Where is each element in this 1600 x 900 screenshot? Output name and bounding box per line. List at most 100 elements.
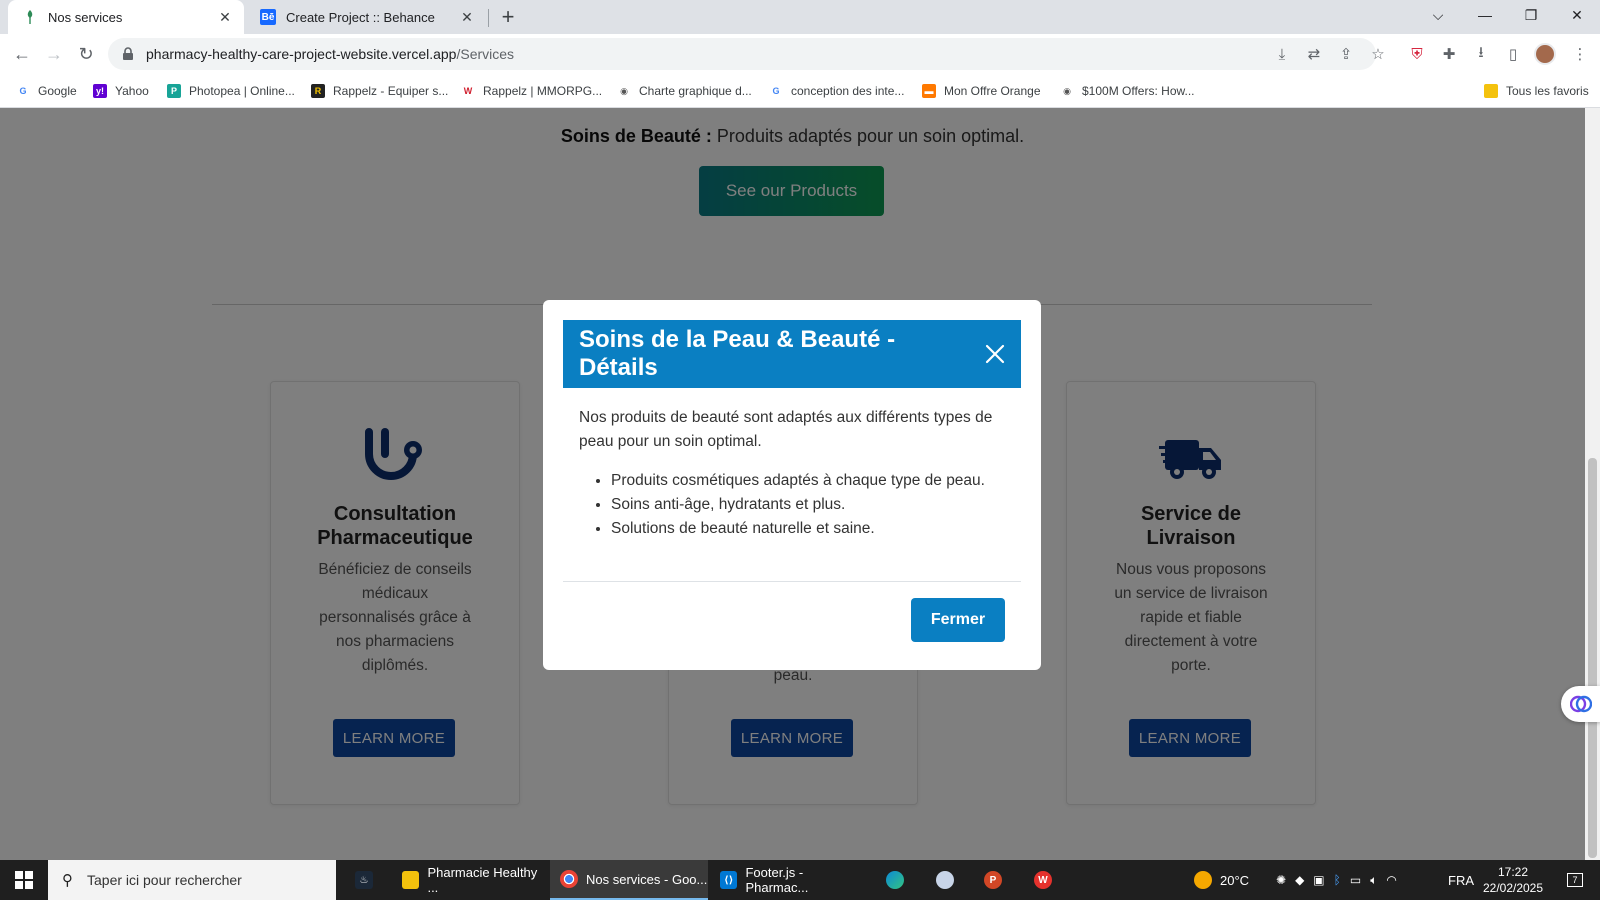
browser-toolbar: ← → ↻ pharmacy-healthy-care-project-webs…	[0, 34, 1600, 74]
tab-title: Nos services	[48, 9, 123, 25]
bookmark-rappelz-equiper[interactable]: R Rappelz - Equiper s...	[311, 82, 448, 100]
language-indicator[interactable]: FRA	[1448, 860, 1474, 900]
reload-icon[interactable]: ↻	[72, 40, 100, 68]
bookmark-photopea[interactable]: P Photopea | Online...	[167, 82, 295, 100]
bookmark-yahoo[interactable]: y! Yahoo	[93, 82, 149, 100]
list-item: Solutions de beauté naturelle et saine.	[611, 517, 1009, 541]
extension-shield-icon[interactable]: ⛨	[1405, 42, 1429, 66]
temperature: 20°C	[1220, 872, 1250, 888]
taskbar-app-chrome[interactable]: Nos services - Goo...	[550, 860, 708, 900]
tab-separator	[488, 9, 489, 27]
search-icon: ⚲	[62, 872, 73, 889]
yahoo-icon: y!	[93, 84, 107, 98]
meet-icon[interactable]: ▣	[1313, 873, 1324, 887]
color-picker-icon[interactable]: ✺	[1276, 873, 1286, 887]
assistant-widget-icon[interactable]	[1561, 686, 1600, 722]
tab-behance[interactable]: Bē Create Project :: Behance ✕	[246, 0, 486, 34]
all-bookmarks[interactable]: Tous les favoris	[1484, 82, 1589, 100]
install-app-icon[interactable]: ⤓	[1270, 42, 1294, 66]
bookmark-conception[interactable]: G conception des inte...	[769, 82, 904, 100]
bookmark-rappelz-mmorpg[interactable]: W Rappelz | MMORPG...	[461, 82, 602, 100]
bookmark-label: Google	[38, 84, 77, 98]
restore-icon[interactable]: ❐	[1508, 0, 1554, 30]
menu-kebab-icon[interactable]: ⋮	[1568, 42, 1592, 66]
tab-nos-services[interactable]: Nos services ✕	[8, 0, 244, 34]
taskbar-app-explorer[interactable]: Pharmacie Healthy ...	[392, 860, 548, 900]
bookmark-charte-graphique[interactable]: ◉ Charte graphique d...	[617, 82, 752, 100]
back-icon[interactable]: ←	[8, 40, 36, 68]
taskbar-app-vscode[interactable]: ⟨⟩ Footer.js - Pharmac...	[710, 860, 866, 900]
details-modal: Soins de la Peau & Beauté - Détails Nos …	[543, 300, 1041, 670]
profile-avatar[interactable]	[1534, 43, 1556, 65]
close-icon[interactable]	[975, 334, 1015, 374]
vscode-icon: ⟨⟩	[720, 871, 738, 889]
extensions-puzzle-icon[interactable]: ✚	[1437, 42, 1461, 66]
steam-icon[interactable]: ♨	[345, 860, 387, 900]
address-bar[interactable]: pharmacy-healthy-care-project-website.ve…	[108, 38, 1376, 70]
bookmark-label: Rappelz | MMORPG...	[483, 84, 603, 98]
modal-header: Soins de la Peau & Beauté - Détails	[563, 320, 1021, 388]
bookmark-star-icon[interactable]: ☆	[1366, 42, 1390, 66]
url-path: /Services	[456, 46, 515, 62]
search-placeholder: Taper ici pour rechercher	[87, 872, 242, 888]
side-panel-icon[interactable]: ▯	[1501, 42, 1525, 66]
windows-taskbar: ⚲ Taper ici pour rechercher ♨ Pharmacie …	[0, 860, 1600, 900]
clock-time: 17:22	[1497, 865, 1529, 879]
close-window-icon[interactable]: ✕	[1554, 0, 1600, 30]
bookmark-label: Yahoo	[115, 84, 149, 98]
pharmacy-favicon-icon	[22, 9, 38, 25]
tab-search-chevron-icon[interactable]: ⌵	[1415, 0, 1461, 30]
services-page: Soins de Beauté : Produits adaptés pour …	[0, 108, 1585, 860]
battery-icon[interactable]: ▭	[1350, 873, 1361, 887]
bluetooth-icon[interactable]: ᛒ	[1334, 873, 1341, 887]
globe-icon: ◉	[620, 85, 628, 96]
url-text: pharmacy-healthy-care-project-website.ve…	[146, 46, 514, 62]
folder-icon	[1484, 84, 1498, 98]
bookmark-orange[interactable]: ▬ Mon Offre Orange	[922, 82, 1041, 100]
downloads-icon[interactable]: ⭳	[1469, 42, 1493, 66]
snipping-tool-icon[interactable]	[926, 860, 968, 900]
volume-icon[interactable]: 🔈︎	[1370, 873, 1377, 888]
bookmark-100m-offers[interactable]: ◉ $100M Offers: How...	[1060, 82, 1194, 100]
modal-body: Nos produits de beauté sont adaptés aux …	[579, 406, 1009, 541]
page-scrollbar[interactable]	[1585, 108, 1600, 860]
bookmark-label: Charte graphique d...	[639, 84, 752, 98]
modal-title: Soins de la Peau & Beauté - Détails	[579, 326, 896, 381]
webzen-icon: W	[463, 86, 473, 96]
notification-count: 7	[1567, 873, 1583, 887]
share-icon[interactable]: ⇪	[1334, 42, 1358, 66]
close-tab-icon[interactable]: ✕	[458, 8, 476, 26]
wps-office-icon[interactable]: W	[1024, 860, 1066, 900]
url-host: pharmacy-healthy-care-project-website.ve…	[146, 46, 457, 62]
tab-strip: Nos services ✕ Bē Create Project :: Beha…	[0, 0, 1600, 34]
globe-icon: ◉	[1063, 85, 1071, 96]
scrollbar-thumb[interactable]	[1588, 458, 1597, 858]
bookmark-label: Rappelz - Equiper s...	[333, 84, 449, 98]
behance-favicon-icon: Bē	[260, 9, 276, 25]
close-tab-icon[interactable]: ✕	[216, 8, 234, 26]
modal-footer-divider	[563, 581, 1021, 582]
powerpoint-icon[interactable]: P	[974, 860, 1016, 900]
forward-icon[interactable]: →	[40, 40, 68, 68]
wifi-icon[interactable]: ◠	[1386, 873, 1396, 887]
translate-icon[interactable]: ⇄	[1302, 42, 1326, 66]
new-tab-icon[interactable]: +	[496, 4, 520, 29]
list-item: Produits cosmétiques adaptés à chaque ty…	[611, 469, 1009, 493]
lock-icon	[122, 47, 136, 61]
edge-icon[interactable]	[876, 860, 918, 900]
rappelz-icon: R	[311, 84, 325, 98]
clock[interactable]: 17:22 22/02/2025	[1478, 864, 1548, 896]
minimize-icon[interactable]: —	[1462, 0, 1508, 30]
all-bookmarks-label: Tous les favoris	[1506, 84, 1589, 98]
notifications-icon[interactable]: 7	[1560, 860, 1590, 900]
taskbar-search-input[interactable]: ⚲ Taper ici pour rechercher	[48, 860, 336, 900]
google-icon: G	[772, 86, 780, 96]
taskbar-app-label: Footer.js - Pharmac...	[745, 865, 809, 895]
app-tray-icon[interactable]: ◆	[1295, 873, 1304, 887]
fermer-button[interactable]: Fermer	[911, 598, 1005, 642]
bookmark-label: Mon Offre Orange	[944, 84, 1041, 98]
weather-widget[interactable]: 20°C	[1194, 860, 1249, 900]
bookmark-google[interactable]: G Google	[16, 82, 77, 100]
folder-icon	[402, 871, 420, 889]
windows-start-icon[interactable]	[0, 860, 48, 900]
